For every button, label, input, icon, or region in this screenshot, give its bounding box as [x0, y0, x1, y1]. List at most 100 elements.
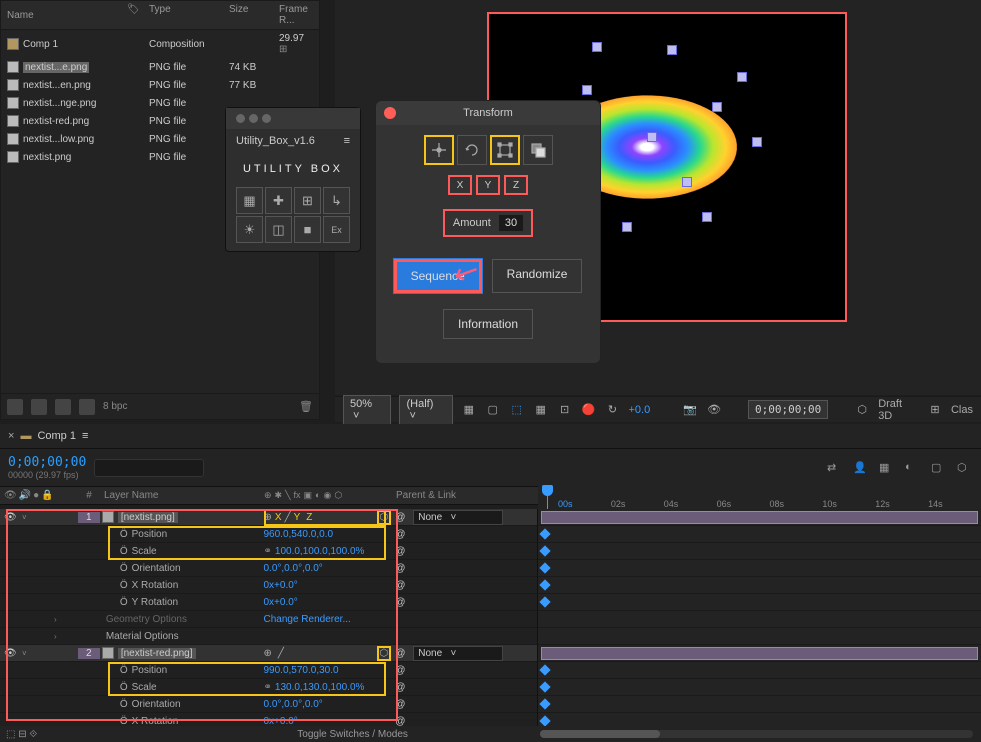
keyframe[interactable] [539, 715, 550, 726]
3d-ground-icon[interactable]: ⊞ [927, 402, 943, 418]
keyframe[interactable] [539, 528, 550, 539]
reset-exposure-icon[interactable]: ↻ [605, 402, 621, 418]
guides-icon[interactable]: ⊡ [557, 402, 573, 418]
property-value[interactable]: 0.0°,0.0°,0.0° [264, 699, 392, 710]
layer-name-label[interactable]: [nextist.png] [118, 512, 178, 523]
frame-blend-icon[interactable]: ▦ [879, 461, 895, 474]
col-framerate[interactable]: Frame R... [279, 4, 313, 26]
stopwatch-icon[interactable]: Ö [120, 597, 128, 608]
property-row[interactable]: Ö Scale ⚭ 100.0,100.0,100.0% @ [0, 543, 537, 560]
layer-switches[interactable]: ⊕╱⬡ [264, 646, 392, 661]
property-row[interactable]: Ö Position 960.0,540.0,0.0 @ [0, 526, 537, 543]
pickwhip-icon[interactable]: @ [395, 563, 409, 574]
col-size[interactable]: Size [229, 4, 279, 26]
property-value[interactable]: ⚭ 130.0,130.0,100.0% [264, 682, 392, 693]
axis-z[interactable]: Z [504, 175, 528, 195]
rotation-icon[interactable] [457, 135, 487, 165]
property-group[interactable]: › Geometry Options Change Renderer... [0, 611, 537, 628]
property-row[interactable]: Ö Orientation 0.0°,0.0°,0.0° @ [0, 560, 537, 577]
property-row[interactable]: Ö X Rotation 0x+0.0° @ [0, 577, 537, 594]
property-value[interactable]: Change Renderer... [264, 614, 392, 625]
amount-input[interactable]: 30 [499, 215, 523, 231]
project-item[interactable]: Comp 1 Composition 29.97 ⊞ [1, 30, 319, 58]
search-input[interactable] [94, 459, 204, 477]
pickwhip-icon[interactable]: @ [395, 529, 409, 540]
layer-name-label[interactable]: [nextist-red.png] [118, 648, 196, 659]
menu-icon[interactable]: ≡ [344, 135, 350, 147]
draft-3d-label[interactable]: Draft 3D [878, 398, 919, 422]
col-layer-name[interactable]: Layer Name [100, 490, 264, 501]
bpc-label[interactable]: 8 bpc [103, 401, 127, 412]
brainstorm-icon[interactable]: ⬡ [957, 461, 973, 474]
stopwatch-icon[interactable]: Ö [120, 699, 128, 710]
property-value[interactable]: 960.0,540.0,0.0 [264, 529, 392, 540]
property-value[interactable]: 0x+0.0° [264, 597, 392, 608]
snapshot-icon[interactable]: 📷 [682, 402, 698, 418]
project-item[interactable]: nextist...e.png PNG file 74 KB [1, 58, 319, 76]
project-item[interactable]: nextist...en.png PNG file 77 KB [1, 76, 319, 94]
ut-btn-sun[interactable]: ☀ [236, 216, 263, 243]
keyframe[interactable] [539, 596, 550, 607]
ut-btn-crop[interactable]: ↳ [323, 187, 350, 214]
toggle-switches-label[interactable]: Toggle Switches / Modes [297, 729, 408, 740]
property-row[interactable]: Ö Position 990.0,570.0,30.0 @ [0, 662, 537, 679]
show-snapshot-icon[interactable]: 👁 [706, 402, 722, 418]
toggle-switches-icons[interactable]: ⬚ ⊟ ⟐ [0, 729, 37, 740]
color-icon[interactable]: 🔴 [581, 402, 597, 418]
visibility-toggle[interactable]: 👁 [4, 648, 16, 659]
trash-icon[interactable]: 🗑 [299, 400, 313, 413]
parent-select[interactable]: None ˅ [413, 646, 503, 661]
transparency-grid-icon[interactable]: ▦ [461, 402, 477, 418]
interpret-footage-icon[interactable] [7, 399, 23, 415]
col-parent[interactable]: Parent & Link [392, 490, 538, 501]
new-comp-icon[interactable] [55, 399, 71, 415]
time-ruler[interactable]: 00s02s04s06s08s10s12s14s [538, 482, 981, 509]
roi-icon[interactable]: ⬚ [509, 402, 525, 418]
keyframe[interactable] [539, 562, 550, 573]
shy-icon[interactable]: 👤 [853, 461, 869, 474]
renderer-label[interactable]: Clas [951, 404, 973, 416]
traffic-dot[interactable] [236, 114, 245, 123]
layer-bar[interactable] [541, 511, 978, 524]
pickwhip-icon[interactable]: @ [395, 512, 409, 523]
property-value[interactable]: ⚭ 100.0,100.0,100.0% [264, 546, 392, 557]
property-value[interactable]: 0x+0.0° [264, 580, 392, 591]
stopwatch-icon[interactable]: Ö [120, 529, 128, 540]
layer-switches[interactable]: ⊕X╱YZ⬡ [264, 510, 392, 525]
position-icon[interactable] [424, 135, 454, 165]
stopwatch-icon[interactable]: Ö [120, 682, 128, 693]
property-row[interactable]: Ö Scale ⚭ 130.0,130.0,100.0% @ [0, 679, 537, 696]
information-button[interactable]: Information [443, 309, 533, 339]
track-area[interactable] [538, 509, 981, 726]
pickwhip-icon[interactable]: @ [395, 699, 409, 710]
property-row[interactable]: Ö Orientation 0.0°,0.0°,0.0° @ [0, 696, 537, 713]
keyframe[interactable] [539, 681, 550, 692]
stopwatch-icon[interactable]: Ö [120, 580, 128, 591]
stopwatch-icon[interactable]: Ö [120, 665, 128, 676]
close-icon[interactable] [384, 107, 396, 119]
property-value[interactable]: 990.0,570.0,30.0 [264, 665, 392, 676]
scale-icon[interactable] [490, 135, 520, 165]
parent-select[interactable]: None ˅ [413, 510, 503, 525]
property-group[interactable]: › Material Options [0, 628, 537, 645]
pickwhip-icon[interactable]: @ [395, 665, 409, 676]
grid-icon[interactable]: ▦ [533, 402, 549, 418]
current-time[interactable]: 0;00;00;00 [8, 455, 86, 470]
motion-blur-icon[interactable]: ◐ [905, 461, 921, 474]
pickwhip-icon[interactable]: @ [395, 546, 409, 557]
ut-btn-grid[interactable]: ▦ [236, 187, 263, 214]
stopwatch-icon[interactable]: Ö [120, 716, 128, 727]
col-type[interactable]: Type [149, 4, 229, 26]
mask-icon[interactable]: ▢ [485, 402, 501, 418]
property-value[interactable]: 0.0°,0.0°,0.0° [264, 563, 392, 574]
randomize-button[interactable]: Randomize [492, 259, 583, 293]
timeline-scrollbar[interactable] [540, 730, 660, 738]
timecode-display[interactable]: 0;00;00;00 [748, 400, 828, 419]
timeline-tab-label[interactable]: Comp 1 [37, 430, 76, 442]
settings-icon[interactable] [79, 399, 95, 415]
col-name[interactable]: Name [7, 10, 34, 21]
pickwhip-icon[interactable]: @ [395, 716, 409, 727]
stopwatch-icon[interactable]: Ö [120, 563, 128, 574]
comp-mini-flowchart-icon[interactable]: ⇄ [827, 461, 843, 474]
keyframe[interactable] [539, 579, 550, 590]
